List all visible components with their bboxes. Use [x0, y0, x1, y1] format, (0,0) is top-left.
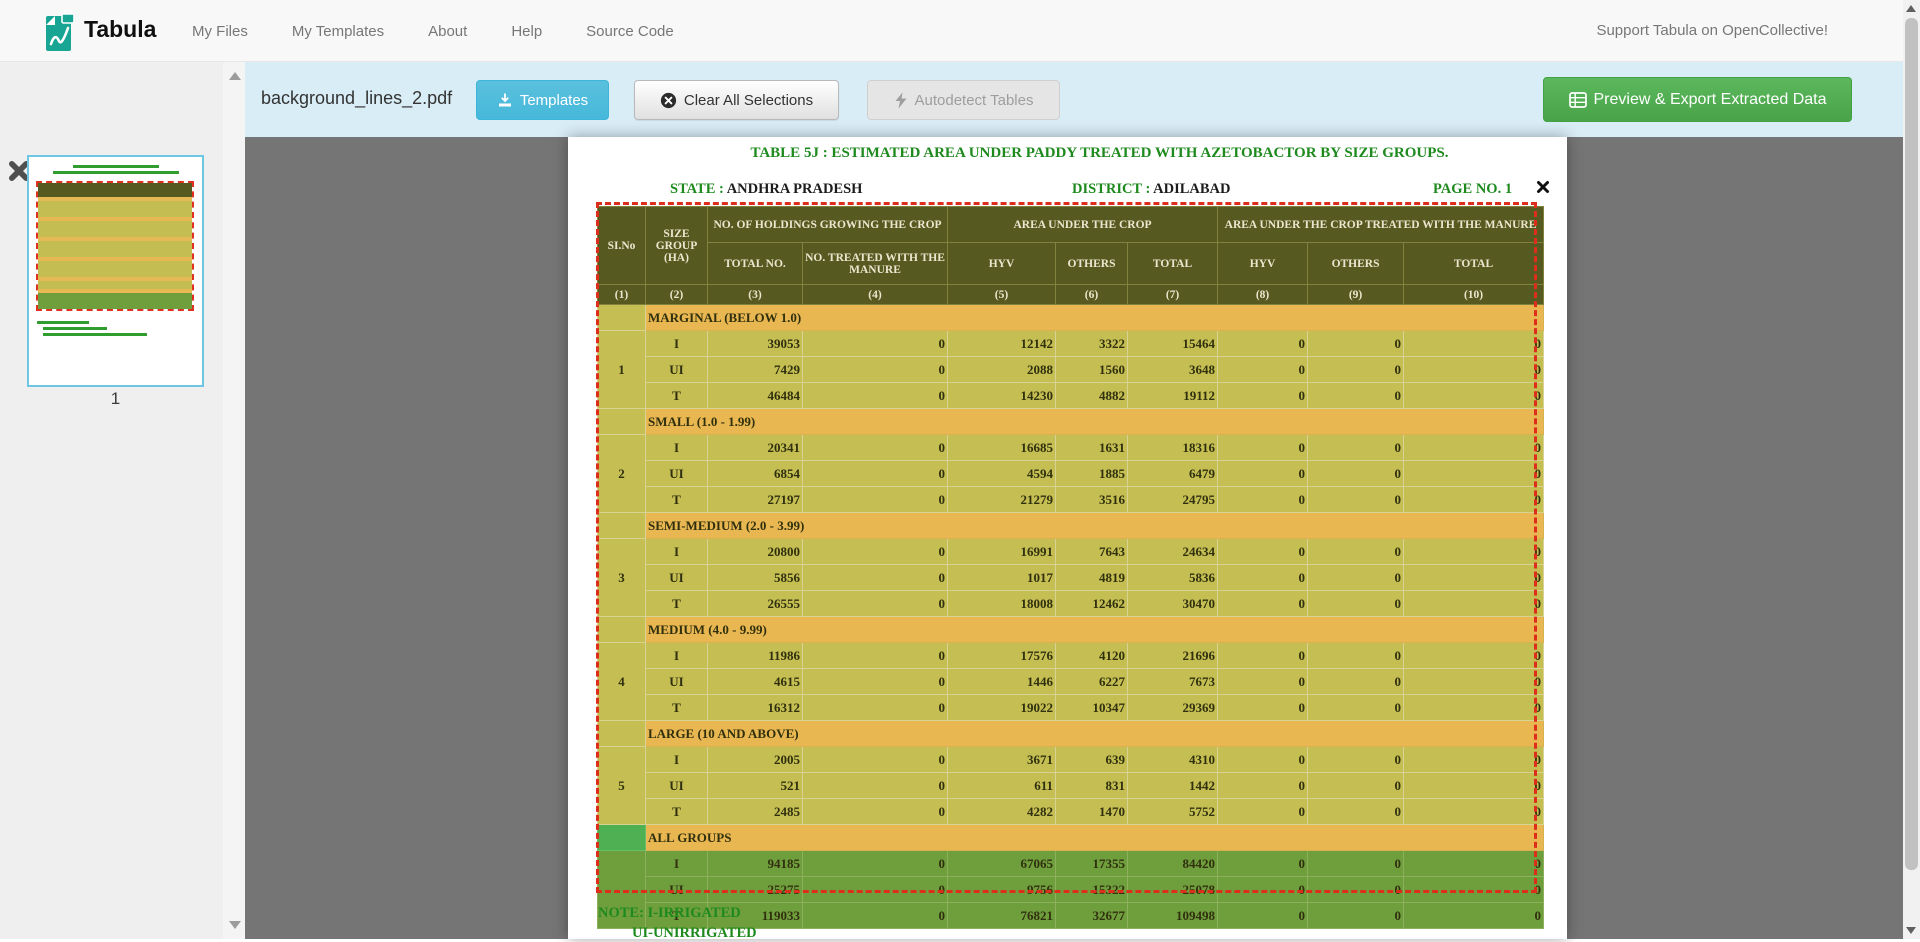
thumbnail-title-line [73, 165, 159, 168]
document-state: STATE : ANDHRA PRADESH [670, 181, 862, 198]
page-thumbnail[interactable] [27, 155, 204, 387]
sidebar-scroll-up-icon[interactable] [229, 72, 241, 80]
document-district: DISTRICT : ADILABAD [1072, 181, 1230, 198]
autodetect-button-label: Autodetect Tables [915, 92, 1034, 109]
scrollbar-thumb[interactable] [1905, 18, 1918, 870]
table-list-icon [1569, 92, 1587, 108]
table-selection-rectangle[interactable] [596, 202, 1537, 893]
document-note-1: NOTE: I-IRRIGATED [598, 905, 741, 922]
nav-item-my-templates[interactable]: My Templates [292, 23, 384, 40]
preview-export-button[interactable]: Preview & Export Extracted Data [1543, 77, 1852, 122]
nav-item-my-files[interactable]: My Files [192, 23, 248, 40]
page-scrollbar[interactable] [1903, 0, 1920, 939]
nav-item-help[interactable]: Help [511, 23, 542, 40]
document-note-2: UI-UNIRRIGATED [632, 925, 757, 942]
sidebar-scroll-down-icon[interactable] [229, 921, 241, 929]
value-cell: 0 [1218, 903, 1308, 929]
export-button-label: Preview & Export Extracted Data [1594, 91, 1827, 109]
toolbar: background_lines_2.pdf Templates Clear A… [245, 62, 1903, 137]
tabula-app: Tabula My Files My Templates About Help Sour… [0, 0, 1920, 939]
scroll-up-icon[interactable] [1906, 5, 1916, 12]
thumbnail-table-footer [38, 289, 192, 309]
lightning-bolt-icon [894, 92, 908, 109]
autodetect-tables-button[interactable]: Autodetect Tables [867, 80, 1060, 120]
brand-title[interactable]: Tabula [84, 16, 156, 43]
templates-button[interactable]: Templates [476, 80, 609, 120]
nav-item-source-code[interactable]: Source Code [586, 23, 674, 40]
templates-icon [497, 92, 513, 108]
value-cell: 32677 [1056, 903, 1128, 929]
templates-button-label: Templates [520, 92, 588, 109]
thumbnail-table [36, 181, 194, 311]
document-table-title: TABLE 5J : ESTIMATED AREA UNDER PADDY TR… [568, 145, 1567, 162]
selection-close-icon[interactable] [1536, 180, 1550, 194]
document-page-number: PAGE NO. 1 [1433, 181, 1512, 198]
navbar: Tabula My Files My Templates About Help Sour… [0, 0, 1920, 62]
remove-circle-icon [660, 92, 677, 109]
navbar-menu: My Files My Templates About Help Source Code [192, 0, 674, 62]
nav-item-about[interactable]: About [428, 23, 467, 40]
pdf-viewer: TABLE 5J : ESTIMATED AREA UNDER PADDY TR… [245, 137, 1903, 939]
document-filename: background_lines_2.pdf [261, 88, 452, 109]
tabula-logo-icon[interactable] [45, 10, 77, 52]
thumbnail-page-number: 1 [27, 389, 204, 409]
thumbnail-table-header [38, 183, 192, 197]
thumbnail-note-line [37, 321, 89, 324]
value-cell: 0 [1308, 903, 1404, 929]
value-cell: 109498 [1128, 903, 1218, 929]
support-link[interactable]: Support Tabula on OpenCollective! [1596, 22, 1828, 39]
clear-all-selections-button[interactable]: Clear All Selections [634, 80, 839, 120]
value-cell: 76821 [948, 903, 1056, 929]
sidebar: 1 [0, 62, 245, 939]
scroll-down-icon[interactable] [1906, 927, 1916, 934]
thumbnail-table-body [38, 197, 192, 289]
thumbnail-note-line [43, 327, 107, 330]
value-cell: 0 [803, 903, 948, 929]
sidebar-scrollbar[interactable] [223, 62, 245, 939]
thumbnail-title-line [53, 171, 179, 174]
thumbnail-note-line [43, 333, 147, 336]
value-cell: 0 [1404, 903, 1544, 929]
clear-button-label: Clear All Selections [684, 92, 813, 109]
pdf-page[interactable]: TABLE 5J : ESTIMATED AREA UNDER PADDY TR… [568, 137, 1567, 939]
